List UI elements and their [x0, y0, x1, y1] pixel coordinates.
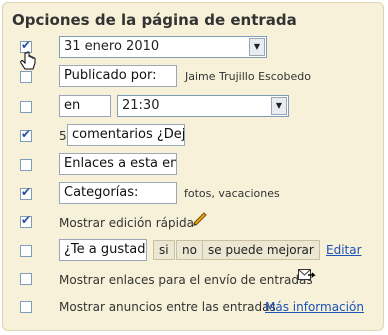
labels-label-input[interactable]: Categorías:: [59, 182, 177, 204]
chevron-down-icon: ▼: [271, 97, 287, 115]
time-format-select[interactable]: 21:30 ▼: [117, 95, 289, 117]
date-format-select[interactable]: 31 enero 2010 ▼: [59, 36, 267, 58]
reactions-checkbox[interactable]: [20, 245, 32, 257]
chevron-down-icon: ▼: [249, 38, 265, 56]
post-page-options-panel: Opciones de la página de entrada ✔ 31 en…: [2, 2, 384, 331]
quickedit-label: Mostrar edición rápida: [59, 216, 194, 230]
ads-more-info-link[interactable]: Más información: [265, 300, 364, 314]
email-forward-icon: [298, 269, 316, 280]
labels-values: fotos, vacaciones: [184, 187, 280, 200]
backlinks-checkbox[interactable]: [20, 159, 32, 171]
pencil-icon[interactable]: [191, 209, 209, 227]
quickedit-checkbox[interactable]: ✔: [20, 213, 32, 228]
time-checkbox[interactable]: [20, 101, 32, 113]
reaction-no-button[interactable]: no: [176, 240, 203, 260]
comments-checkbox[interactable]: ✔: [20, 127, 32, 142]
checkmark-icon: ✔: [21, 185, 32, 199]
reactions-edit-link[interactable]: Editar: [326, 243, 362, 257]
reactions-label-input[interactable]: ¿Te a gustado: [59, 239, 147, 261]
comment-count: 5: [59, 129, 67, 143]
emailpost-label: Mostrar enlaces para el envío de entrada…: [59, 273, 313, 287]
time-format-value: 21:30: [122, 98, 160, 113]
reaction-mejorar-button[interactable]: se puede mejorar: [202, 240, 320, 260]
author-name: Jaime Trujillo Escobedo: [185, 70, 311, 83]
checkmark-icon: ✔: [21, 38, 32, 52]
ads-checkbox[interactable]: [20, 301, 32, 313]
checkmark-icon: ✔: [21, 127, 32, 141]
ads-label: Mostrar anuncios entre las entradas: [59, 300, 276, 314]
author-label-input[interactable]: Publicado por:: [59, 65, 177, 87]
time-prefix-input[interactable]: en: [59, 95, 111, 117]
backlinks-label-input[interactable]: Enlaces a esta entra: [59, 153, 177, 175]
comments-label-input[interactable]: comentarios ¿Deja: [67, 124, 185, 146]
date-format-value: 31 enero 2010: [64, 39, 160, 54]
emailpost-checkbox[interactable]: [20, 273, 32, 285]
labels-checkbox[interactable]: ✔: [20, 185, 32, 200]
hand-cursor-icon: [20, 51, 36, 70]
checkmark-icon: ✔: [21, 213, 32, 227]
author-checkbox[interactable]: [20, 71, 32, 83]
reaction-si-button[interactable]: si: [153, 240, 175, 260]
panel-title: Opciones de la página de entrada: [12, 11, 297, 29]
